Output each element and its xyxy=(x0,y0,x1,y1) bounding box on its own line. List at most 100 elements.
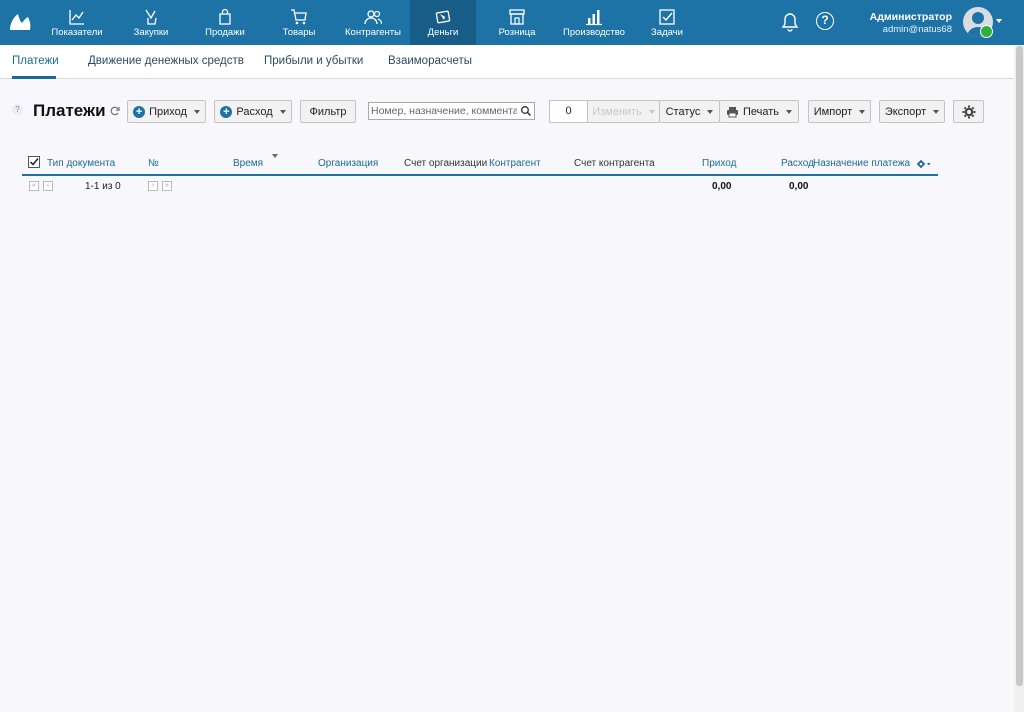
main-nav: Показатели Закупки Продажи Товары Контра… xyxy=(40,0,704,45)
bell-icon[interactable] xyxy=(781,12,799,32)
column-header-counterparty-account[interactable]: Счет контрагента xyxy=(574,158,655,169)
active-tab-indicator xyxy=(12,76,56,79)
add-income-label: Приход xyxy=(149,105,187,118)
chevron-down-icon xyxy=(859,109,866,114)
chart-line-icon xyxy=(69,10,84,25)
column-header-purpose[interactable]: Назначение платежа xyxy=(813,158,910,169)
money-icon xyxy=(435,10,451,24)
checkbox-icon xyxy=(659,9,675,25)
selected-count: 0 xyxy=(549,100,588,123)
nav-item-label: Продажи xyxy=(205,27,245,38)
prev-page-button[interactable]: ‹ xyxy=(43,181,53,191)
column-header-number[interactable]: № xyxy=(148,158,159,169)
column-header-counterparty[interactable]: Контрагент xyxy=(489,158,541,169)
column-header-org-account[interactable]: Счет организации xyxy=(404,158,487,169)
refresh-icon[interactable] xyxy=(110,106,120,116)
user-info[interactable]: Администратор admin@natus68 xyxy=(860,11,952,35)
users-icon xyxy=(364,10,382,25)
nav-item-label: Товары xyxy=(282,27,316,38)
chevron-down-icon[interactable] xyxy=(996,19,1002,23)
column-header-time[interactable]: Время xyxy=(233,158,263,169)
chevron-down-icon xyxy=(648,109,655,114)
gear-icon xyxy=(962,105,975,118)
nav-item-tasks[interactable]: Задачи xyxy=(630,0,704,45)
nav-item-sales[interactable]: Продажи xyxy=(188,0,262,45)
change-button[interactable]: Изменить xyxy=(587,100,660,123)
change-label: Изменить xyxy=(592,105,642,118)
chevron-down-icon xyxy=(279,109,286,114)
pagination-info: 1-1 из 0 xyxy=(85,181,121,192)
export-button[interactable]: Экспорт xyxy=(879,100,945,123)
export-label: Экспорт xyxy=(884,105,927,118)
column-header-organization[interactable]: Организация xyxy=(318,158,378,169)
import-label: Импорт xyxy=(813,105,853,118)
status-button[interactable]: Статус xyxy=(659,100,720,123)
status-badge xyxy=(980,25,993,38)
nav-item-label: Закупки xyxy=(133,27,169,38)
nav-item-retail[interactable]: Розница xyxy=(476,0,558,45)
filter-label: Фильтр xyxy=(309,105,347,118)
first-page-button[interactable]: « xyxy=(29,181,39,191)
tab-cash-flow[interactable]: Движение денежных средств xyxy=(88,55,244,67)
check-icon xyxy=(29,158,39,166)
search-field[interactable] xyxy=(368,102,535,120)
nav-item-money[interactable]: Деньги xyxy=(410,0,476,45)
column-header-doc-type[interactable]: Тип документа xyxy=(47,158,115,169)
shopping-bag-icon xyxy=(219,8,231,25)
plus-icon: + xyxy=(133,105,146,118)
tab-settlements[interactable]: Взаиморасчеты xyxy=(388,55,472,67)
nav-item-production[interactable]: Производство xyxy=(558,0,630,45)
total-income: 0,00 xyxy=(712,181,732,192)
print-label: Печать xyxy=(742,105,780,118)
page-title: Платежи xyxy=(33,101,106,120)
plus-icon: + xyxy=(220,105,233,118)
add-income-button[interactable]: + Приход xyxy=(127,100,206,123)
settings-button[interactable] xyxy=(953,100,984,123)
help-icon[interactable]: ? xyxy=(816,12,834,30)
factory-icon xyxy=(586,10,602,26)
nav-item-goods[interactable]: Товары xyxy=(262,0,336,45)
printer-icon xyxy=(726,106,738,117)
nav-item-label: Задачи xyxy=(651,27,683,38)
logo-icon[interactable] xyxy=(8,12,32,32)
column-header-income[interactable]: Приход xyxy=(702,158,736,169)
chevron-down-icon xyxy=(786,109,793,114)
tab-payments[interactable]: Платежи xyxy=(12,55,59,67)
total-expense: 0,00 xyxy=(789,181,809,192)
nav-item-indicators[interactable]: Показатели xyxy=(40,0,114,45)
help-icon[interactable]: ? xyxy=(12,104,23,115)
search-icon[interactable] xyxy=(520,105,532,117)
search-input[interactable] xyxy=(369,103,517,119)
store-icon xyxy=(509,9,525,25)
nav-item-label: Розница xyxy=(498,27,536,38)
user-login: admin@natus68 xyxy=(882,24,952,35)
user-name: Администратор xyxy=(869,11,952,23)
add-expense-button[interactable]: + Расход xyxy=(214,100,292,123)
chevron-down-icon xyxy=(193,109,200,114)
nav-item-label: Производство xyxy=(563,27,625,38)
status-label: Статус xyxy=(665,105,701,118)
cart-icon xyxy=(291,9,307,25)
select-all-checkbox[interactable] xyxy=(28,156,40,168)
print-button[interactable]: Печать xyxy=(719,100,799,123)
column-header-expense[interactable]: Расход xyxy=(781,158,814,169)
chevron-down-icon xyxy=(707,109,714,114)
nav-item-counterparties[interactable]: Контрагенты xyxy=(336,0,410,45)
next-page-button[interactable]: › xyxy=(148,181,158,191)
subtabs-bar: Платежи Движение денежных средств Прибыл… xyxy=(0,45,1014,79)
nav-item-label: Показатели xyxy=(51,27,103,38)
chevron-down-icon xyxy=(933,109,940,114)
bag-icon xyxy=(145,9,157,25)
nav-item-label: Деньги xyxy=(427,27,459,38)
tab-profit-loss[interactable]: Прибыли и убытки xyxy=(264,55,363,67)
add-expense-label: Расход xyxy=(236,105,273,118)
nav-item-purchases[interactable]: Закупки xyxy=(114,0,188,45)
column-settings-icon[interactable] xyxy=(917,159,933,169)
nav-item-label: Контрагенты xyxy=(345,27,401,38)
last-page-button[interactable]: » xyxy=(162,181,172,191)
import-button[interactable]: Импорт xyxy=(808,100,871,123)
top-navbar: Показатели Закупки Продажи Товары Контра… xyxy=(0,0,1024,45)
filter-button[interactable]: Фильтр xyxy=(300,100,356,123)
sort-desc-icon xyxy=(272,154,278,158)
scrollbar-thumb[interactable] xyxy=(1016,46,1023,686)
